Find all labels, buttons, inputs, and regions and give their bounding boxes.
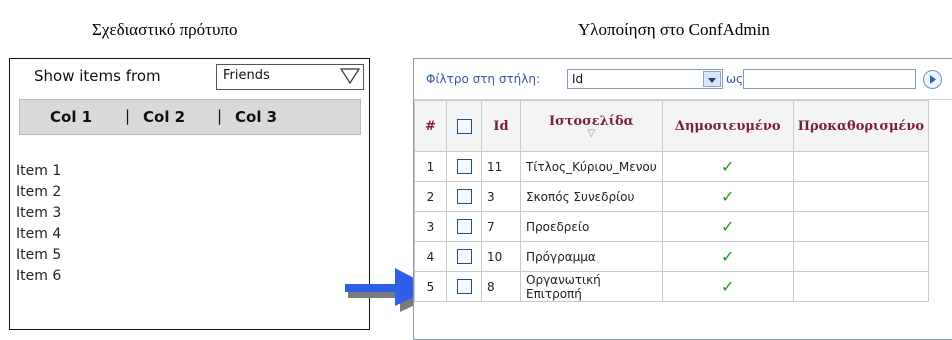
list-item: Item 6 (16, 268, 62, 284)
row-select[interactable] (446, 211, 482, 242)
design-mockup: Show items from Friends Col 1 | Col 2 | … (9, 58, 370, 330)
triangle-down-icon (340, 68, 360, 85)
row-site: Πρόγραμμα (520, 241, 663, 272)
mockup-filter-label: Show items from (34, 67, 161, 85)
list-item: Item 2 (16, 184, 62, 200)
published-check-icon: ✓ (661, 271, 794, 302)
row-default (792, 151, 930, 182)
list-item: Item 1 (16, 163, 62, 179)
header-select-all[interactable] (446, 100, 482, 152)
header-site-label: Ιστοσελίδα (549, 113, 634, 129)
filter-column-select[interactable]: Id (567, 69, 723, 89)
published-check-icon: ✓ (661, 181, 794, 212)
mockup-col-2[interactable]: Col 2 (143, 108, 185, 126)
published-check-icon: ✓ (661, 151, 794, 182)
table-row[interactable]: 1 11 Τίτλος_Κύριου_Μενου ✓ (414, 151, 930, 182)
row-select[interactable] (446, 271, 482, 302)
row-site: Προεδρείο (520, 211, 663, 242)
dropdown-arrow-icon[interactable] (703, 71, 721, 87)
row-number: 5 (414, 271, 447, 302)
mockup-col-separator: | (125, 107, 131, 125)
filter-bar: Φίλτρο στη στήλη: Id ως: (414, 59, 952, 100)
row-checkbox[interactable] (456, 249, 472, 264)
row-number: 2 (414, 181, 447, 212)
row-id: 7 (481, 211, 521, 242)
row-id: 10 (481, 241, 521, 272)
pages-table: # Id Ιστοσελίδα ▽ Δημοσιευμένο Προκαθορι… (414, 100, 930, 302)
list-item: Item 3 (16, 205, 62, 221)
row-id: 11 (481, 151, 521, 182)
table-header-row: # Id Ιστοσελίδα ▽ Δημοσιευμένο Προκαθορι… (414, 100, 930, 152)
mockup-caption: Σχεδιαστικό πρότυπο (92, 20, 238, 39)
row-number: 1 (414, 151, 447, 182)
row-default (792, 211, 930, 242)
sort-down-icon: ▽ (587, 127, 596, 139)
play-icon (930, 75, 936, 84)
list-item: Item 5 (16, 247, 62, 263)
row-checkbox[interactable] (456, 159, 472, 174)
list-item: Item 4 (16, 226, 62, 242)
header-row-number: # (414, 100, 447, 152)
filter-label: Φίλτρο στη στήλη: (426, 72, 541, 86)
header-default[interactable]: Προκαθορισμένο (792, 100, 930, 152)
row-select[interactable] (446, 151, 482, 182)
table-row[interactable]: 4 10 Πρόγραμμα ✓ (414, 241, 930, 272)
row-checkbox[interactable] (456, 279, 472, 294)
row-checkbox[interactable] (456, 219, 472, 234)
header-id[interactable]: Id (481, 100, 521, 152)
mockup-column-header: Col 1 | Col 2 | Col 3 (19, 99, 361, 135)
row-number: 4 (414, 241, 447, 272)
mockup-col-separator: | (217, 107, 223, 125)
published-check-icon: ✓ (661, 211, 794, 242)
table-row[interactable]: 2 3 Σκοπός Συνεδρίου ✓ (414, 181, 930, 212)
row-checkbox[interactable] (456, 189, 472, 204)
row-site: Σκοπός Συνεδρίου (520, 181, 663, 212)
filter-column-value: Id (572, 72, 584, 86)
published-check-icon: ✓ (661, 241, 794, 272)
mockup-col-3[interactable]: Col 3 (235, 108, 277, 126)
row-default (792, 181, 930, 212)
apply-filter-button[interactable] (923, 70, 942, 89)
mockup-col-1[interactable]: Col 1 (50, 108, 92, 126)
select-all-checkbox[interactable] (456, 118, 472, 134)
row-select[interactable] (446, 181, 482, 212)
filter-value-input[interactable] (743, 69, 916, 89)
row-id: 8 (481, 271, 521, 302)
row-select[interactable] (446, 241, 482, 272)
header-published[interactable]: Δημοσιευμένο (661, 100, 794, 152)
row-site: Οργανωτική Επιτροπή (520, 271, 663, 302)
implementation-caption: Υλοποίηση στο ConfAdmin (578, 20, 770, 39)
mockup-filter-value: Friends (223, 68, 270, 83)
mockup-item-list: Item 1 Item 2 Item 3 Item 4 Item 5 Item … (16, 161, 61, 287)
confadmin-grid-panel: Φίλτρο στη στήλη: Id ως: # Id Ιστοσελίδα… (413, 58, 952, 340)
mockup-filter-select[interactable]: Friends (216, 64, 364, 90)
row-number: 3 (414, 211, 447, 242)
row-id: 3 (481, 181, 521, 212)
table-row[interactable]: 5 8 Οργανωτική Επιτροπή ✓ (414, 271, 930, 302)
row-default (792, 241, 930, 272)
row-site: Τίτλος_Κύριου_Μενου (520, 151, 663, 182)
table-row[interactable]: 3 7 Προεδρείο ✓ (414, 211, 930, 242)
row-default (792, 271, 930, 302)
header-site[interactable]: Ιστοσελίδα ▽ (520, 100, 663, 152)
